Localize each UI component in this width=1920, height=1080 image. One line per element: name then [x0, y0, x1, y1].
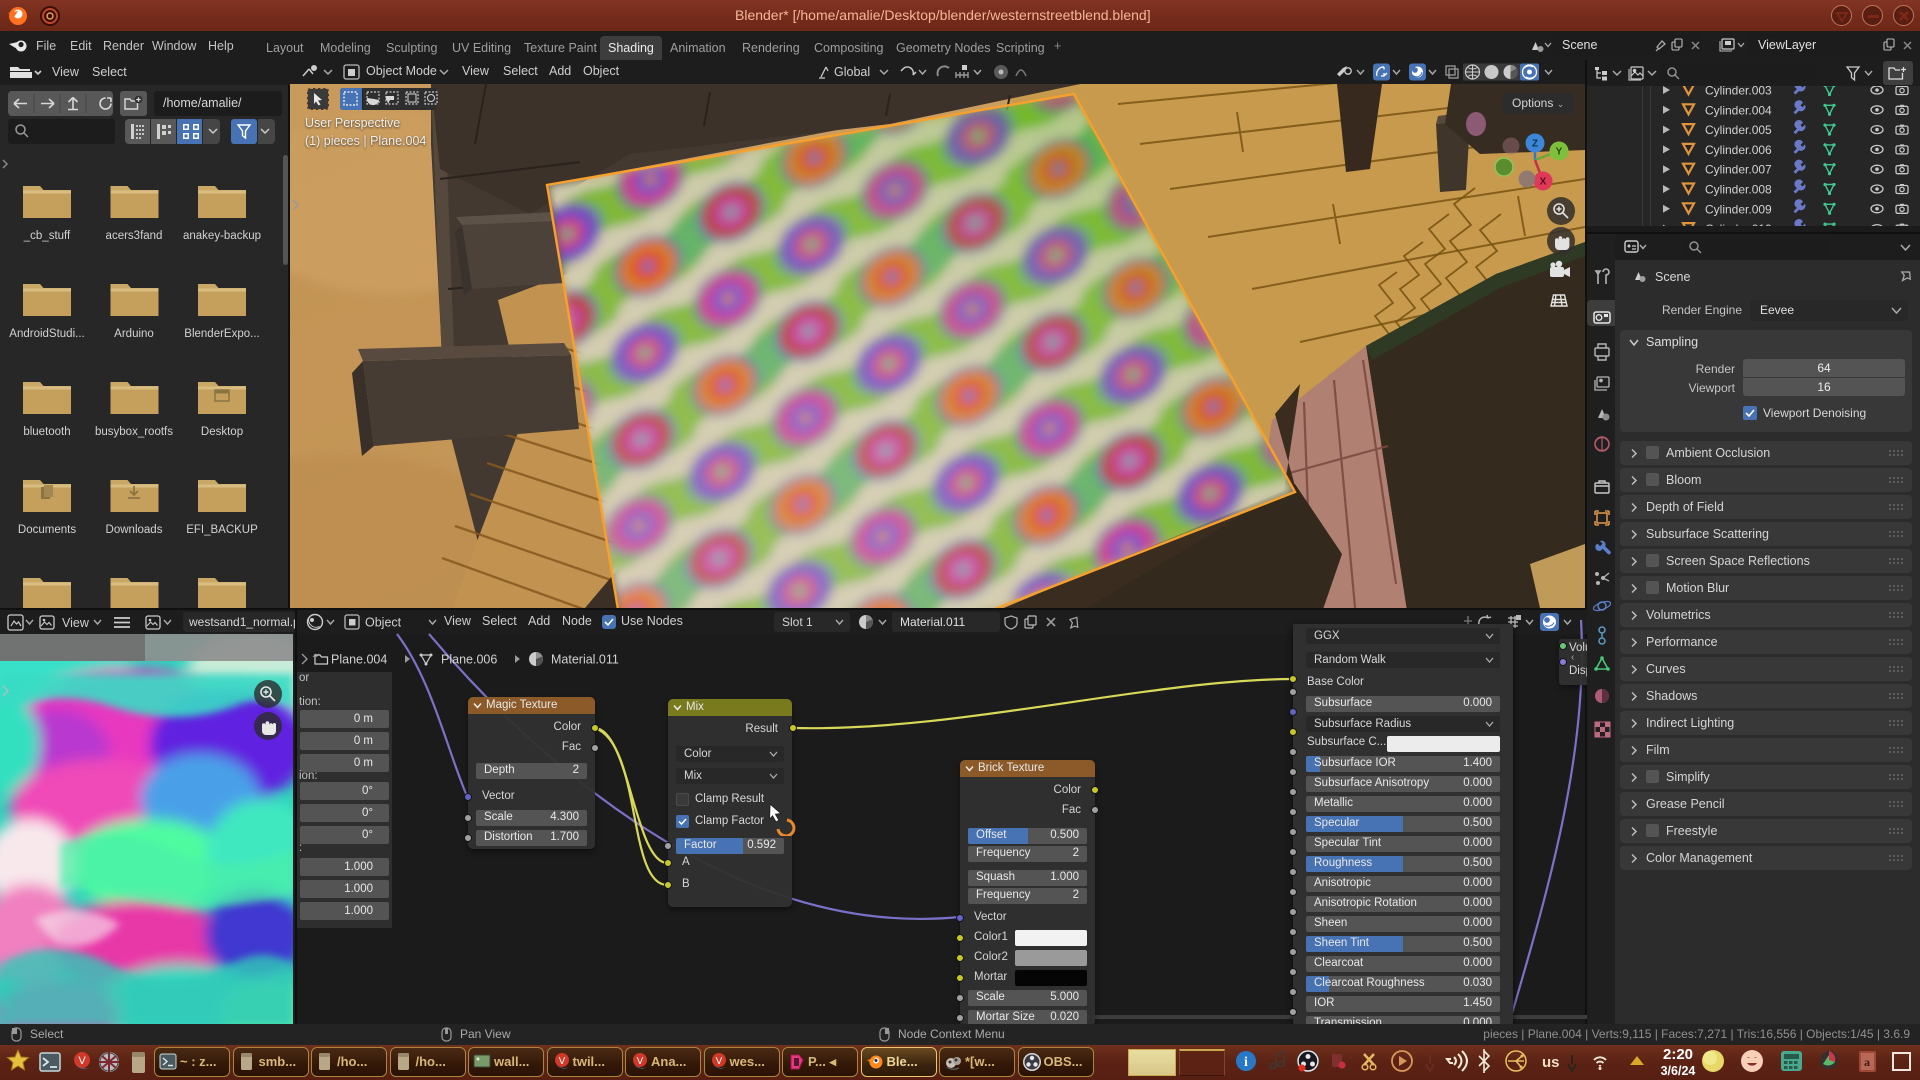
svg-text:us: us — [1542, 1054, 1560, 1071]
svg-text:Global: Global — [834, 65, 870, 79]
svg-text:Cylinder.003: Cylinder.003 — [1705, 86, 1772, 98]
svg-text:X: X — [1540, 177, 1547, 188]
svg-text:_cb_stuff: _cb_stuff — [23, 230, 71, 242]
svg-text:EFI_BACKUP: EFI_BACKUP — [186, 524, 258, 536]
svg-text:V: V — [715, 1056, 722, 1067]
svg-text:BlenderExpo...: BlenderExpo... — [184, 328, 259, 340]
svg-text:acers3fand: acers3fand — [106, 230, 163, 242]
svg-text:busybox_rootfs: busybox_rootfs — [95, 426, 173, 438]
svg-text:Arduino: Arduino — [114, 328, 154, 340]
svg-text:Cylinder.006: Cylinder.006 — [1705, 143, 1772, 157]
svg-text:Cylinder.009: Cylinder.009 — [1705, 202, 1772, 216]
svg-text:V: V — [637, 1056, 644, 1067]
svg-text:Cylinder.004: Cylinder.004 — [1705, 103, 1772, 117]
svg-text:V: V — [78, 1055, 86, 1067]
svg-text:a: a — [1864, 1055, 1870, 1069]
svg-text:Y: Y — [1556, 147, 1563, 158]
svg-text:anakey-backup: anakey-backup — [183, 230, 261, 242]
svg-text:i: i — [1244, 1055, 1248, 1070]
svg-text:bluetooth: bluetooth — [23, 426, 70, 438]
svg-text:View: View — [62, 616, 90, 630]
svg-text:V: V — [558, 1056, 565, 1067]
svg-text:AndroidStudi...: AndroidStudi... — [9, 328, 84, 340]
svg-text:Cylinder.008: Cylinder.008 — [1705, 183, 1772, 197]
svg-text:Documents: Documents — [18, 524, 76, 536]
svg-text:Desktop: Desktop — [201, 426, 243, 438]
svg-text:Downloads: Downloads — [106, 524, 163, 536]
svg-text:Cylinder.007: Cylinder.007 — [1705, 163, 1772, 177]
svg-text:Cylinder.005: Cylinder.005 — [1705, 123, 1772, 137]
svg-text:Z: Z — [1532, 139, 1538, 150]
